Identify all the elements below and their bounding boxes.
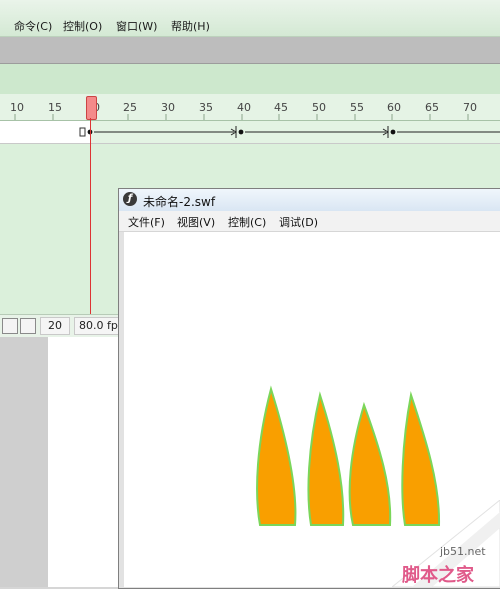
menu-window[interactable]: 窗口(W) bbox=[116, 18, 157, 34]
watermark-site: jb51.net bbox=[440, 545, 486, 558]
current-frame-field: 20 bbox=[40, 317, 70, 335]
swf-titlebar[interactable]: ƒ 未命名-2.swf bbox=[119, 189, 500, 211]
swf-menu-debug[interactable]: 调试(D) bbox=[279, 214, 318, 230]
menu-help[interactable]: 帮助(H) bbox=[171, 18, 210, 34]
petal-shape bbox=[256, 385, 297, 526]
timeline-status-bar: 20 80.0 fp bbox=[0, 314, 126, 337]
ruler-ticks bbox=[14, 114, 469, 120]
petal-shape bbox=[348, 401, 392, 526]
swf-menubar: 文件(F) 视图(V) 控制(C) 调试(D) bbox=[119, 211, 500, 232]
empty-keyframe-icon bbox=[79, 127, 86, 137]
menu-command[interactable]: 命令(C) bbox=[14, 18, 52, 34]
main-menubar: 命令(C) 控制(O) 窗口(W) 帮助(H) bbox=[0, 0, 500, 37]
swf-menu-control[interactable]: 控制(C) bbox=[228, 214, 266, 230]
swf-menu-file[interactable]: 文件(F) bbox=[128, 214, 165, 230]
swf-window-title: 未命名-2.swf bbox=[143, 195, 216, 209]
frame-ruler[interactable]: 10 15 20 25 30 35 40 45 50 55 60 65 70 bbox=[0, 94, 500, 121]
stage-area bbox=[48, 337, 120, 587]
playhead-handle[interactable] bbox=[86, 96, 97, 120]
flash-player-icon: ƒ bbox=[123, 192, 137, 206]
timeline-header bbox=[0, 64, 500, 94]
edit-markers-icon[interactable] bbox=[20, 318, 36, 334]
menu-control[interactable]: 控制(O) bbox=[63, 18, 102, 34]
keyframe-dot-icon bbox=[238, 129, 244, 135]
onion-skin-icon[interactable] bbox=[2, 318, 18, 334]
swf-menu-view[interactable]: 视图(V) bbox=[177, 214, 215, 230]
watermark-text: 脚本之家 bbox=[402, 565, 474, 586]
petal-shape bbox=[307, 391, 345, 526]
keyframe-dot-icon bbox=[390, 129, 396, 135]
playhead-line bbox=[90, 118, 91, 336]
tween-markers bbox=[79, 126, 500, 138]
toolbar-strip bbox=[0, 37, 500, 64]
